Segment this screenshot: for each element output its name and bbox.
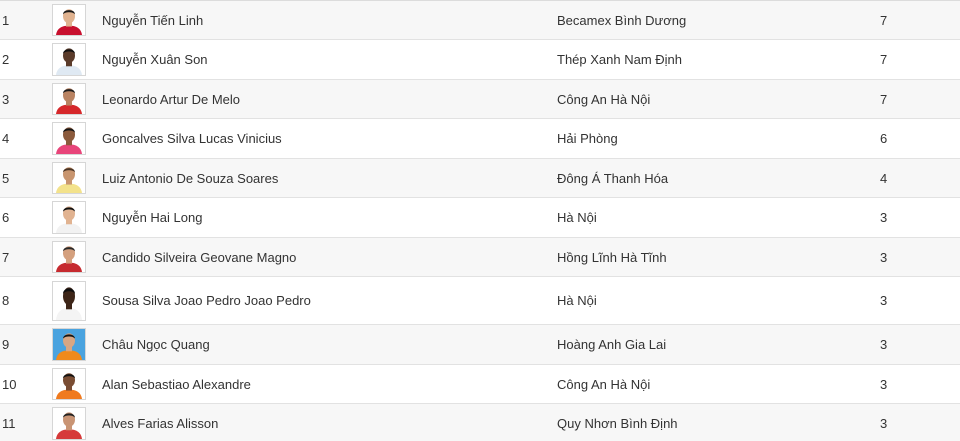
player-photo-cell — [50, 1, 88, 39]
club-name[interactable]: Thép Xanh Nam Định — [557, 40, 682, 79]
player-name[interactable]: Sousa Silva Joao Pedro Joao Pedro — [102, 277, 311, 324]
player-photo-icon — [52, 407, 86, 440]
table-row[interactable]: 7 Candido Silveira Geovane Magno Hồng Lĩnh… — [0, 238, 960, 277]
goals-count: 3 — [880, 376, 888, 392]
rank-cell: 7 — [2, 249, 10, 265]
player-photo-cell — [50, 404, 88, 441]
player-name[interactable]: Goncalves Silva Lucas Vinicius — [102, 119, 282, 158]
table-row[interactable]: 2 Nguyễn Xuân Son Thép Xanh Nam Định 7 — [0, 40, 960, 80]
player-name[interactable]: Luiz Antonio De Souza Soares — [102, 159, 278, 197]
player-name[interactable]: Nguyễn Hai Long — [102, 198, 202, 237]
player-photo-cell — [50, 277, 88, 324]
rank-cell: 4 — [2, 131, 10, 146]
club-name[interactable]: Hà Nội — [557, 198, 597, 237]
player-photo-icon — [52, 43, 86, 76]
rank-cell: 10 — [2, 376, 17, 392]
player-photo-icon — [52, 201, 86, 234]
table-row[interactable]: 1 Nguyễn Tiến Linh Becamex Bình Dương 7 — [0, 1, 960, 40]
rank-cell: 5 — [2, 170, 10, 186]
goals-count: 3 — [880, 210, 888, 225]
player-photo-cell — [50, 325, 88, 364]
rank-cell: 8 — [2, 293, 10, 308]
goals-count: 4 — [880, 170, 888, 186]
table-row[interactable]: 5 Luiz Antonio De Souza Soares Đông Á Than… — [0, 159, 960, 198]
rank-cell: 3 — [2, 91, 10, 107]
goals-count: 3 — [880, 249, 888, 265]
club-name[interactable]: Becamex Bình Dương — [557, 1, 686, 39]
player-photo-icon — [52, 83, 86, 115]
club-name[interactable]: Hoàng Anh Gia Lai — [557, 325, 666, 364]
goals-count: 6 — [880, 131, 888, 146]
player-name[interactable]: Nguyễn Xuân Son — [102, 40, 208, 79]
club-name[interactable]: Quy Nhơn Bình Định — [557, 404, 678, 441]
club-name[interactable]: Công An Hà Nội — [557, 80, 650, 118]
table-row[interactable]: 10 Alan Sebastiao Alexandre Công An Hà Nội… — [0, 365, 960, 404]
player-name[interactable]: Candido Silveira Geovane Magno — [102, 238, 296, 276]
player-name[interactable]: Nguyễn Tiến Linh — [102, 1, 203, 39]
player-photo-cell — [50, 80, 88, 118]
goals-count: 7 — [880, 91, 888, 107]
player-photo-icon — [52, 241, 86, 273]
table-row[interactable]: 6 Nguyễn Hai Long Hà Nội 3 — [0, 198, 960, 238]
player-photo-icon — [52, 328, 86, 361]
top-scorers-table: 1 Nguyễn Tiến Linh Becamex Bình Dương 7 2 Ngu… — [0, 0, 960, 441]
rank-cell: 1 — [2, 12, 10, 28]
rank-cell: 11 — [2, 416, 16, 431]
rank-cell: 6 — [2, 210, 10, 225]
club-name[interactable]: Hà Nội — [557, 277, 597, 324]
player-photo-icon — [52, 280, 86, 321]
table-row[interactable]: 4 Goncalves Silva Lucas Vinicius Hải Phòng… — [0, 119, 960, 159]
goals-count: 3 — [880, 416, 888, 431]
club-name[interactable]: Đông Á Thanh Hóa — [557, 159, 668, 197]
player-photo-cell — [50, 198, 88, 237]
player-photo-cell — [50, 119, 88, 158]
table-row[interactable]: 8 Sousa Silva Joao Pedro Joao Pedro Hà Nội… — [0, 277, 960, 325]
player-photo-icon — [52, 4, 86, 36]
player-photo-cell — [50, 365, 88, 403]
rank-cell: 2 — [2, 52, 10, 67]
player-photo-cell — [50, 40, 88, 79]
table-row[interactable]: 3 Leonardo Artur De Melo Công An Hà Nội 7 — [0, 80, 960, 119]
goals-count: 3 — [880, 337, 888, 352]
goals-count: 7 — [880, 52, 888, 67]
player-name[interactable]: Leonardo Artur De Melo — [102, 80, 240, 118]
player-name[interactable]: Châu Ngọc Quang — [102, 325, 210, 364]
goals-count: 7 — [880, 12, 888, 28]
player-photo-cell — [50, 238, 88, 276]
player-photo-icon — [52, 122, 86, 155]
club-name[interactable]: Hải Phòng — [557, 119, 618, 158]
player-name[interactable]: Alan Sebastiao Alexandre — [102, 365, 251, 403]
player-name[interactable]: Alves Farias Alisson — [102, 404, 218, 441]
player-photo-icon — [52, 368, 86, 400]
table-row[interactable]: 11 Alves Farias Alisson Quy Nhơn Bình Định… — [0, 404, 960, 441]
player-photo-icon — [52, 162, 86, 194]
club-name[interactable]: Hồng Lĩnh Hà Tĩnh — [557, 238, 667, 276]
table-row[interactable]: 9 Châu Ngọc Quang Hoàng Anh Gia Lai 3 — [0, 325, 960, 365]
club-name[interactable]: Công An Hà Nội — [557, 365, 650, 403]
rank-cell: 9 — [2, 337, 10, 352]
goals-count: 3 — [880, 293, 888, 308]
player-photo-cell — [50, 159, 88, 197]
